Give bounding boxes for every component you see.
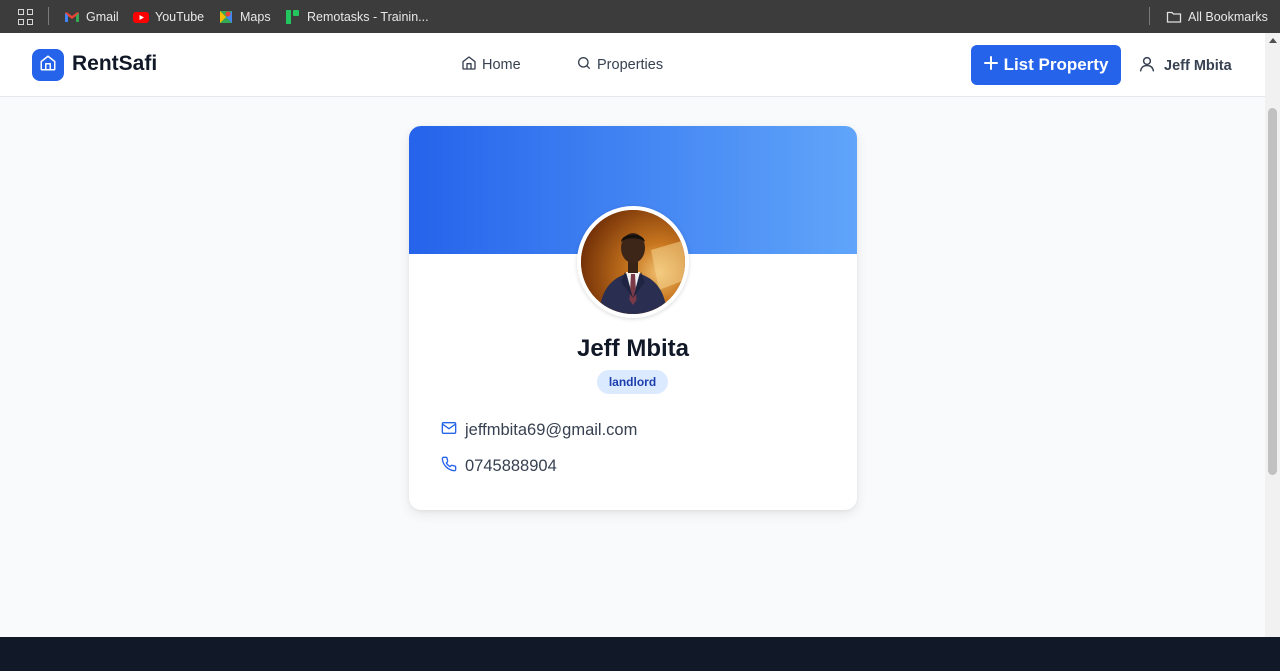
bookmark-label: YouTube <box>155 9 205 24</box>
home-icon <box>39 54 57 77</box>
page-footer <box>0 637 1280 671</box>
profile-card: Jeff Mbita landlord jeffmbita69@gmail.co… <box>409 126 857 510</box>
bookmark-label: Gmail <box>86 9 119 24</box>
folder-icon <box>1166 9 1182 25</box>
bookmark-youtube[interactable]: YouTube <box>133 0 204 33</box>
list-property-label: List Property <box>1003 55 1109 74</box>
avatar <box>577 206 689 318</box>
bookmark-label: Maps <box>240 9 271 24</box>
user-name: Jeff Mbita <box>1164 58 1232 74</box>
apps-grid-icon[interactable] <box>18 9 34 25</box>
list-property-button[interactable]: List Property <box>971 45 1121 85</box>
nav-home[interactable]: Home <box>461 55 521 75</box>
gmail-icon <box>64 9 80 25</box>
search-icon <box>576 55 592 75</box>
email-text: jeffmbita69@gmail.com <box>465 421 638 439</box>
maps-icon <box>218 9 234 25</box>
role-badge: landlord <box>597 370 668 394</box>
remotasks-icon <box>285 9 301 25</box>
bookmark-remotasks[interactable]: Remotasks - Trainin... <box>285 0 429 33</box>
bookmarks-divider <box>48 7 49 25</box>
brand-logo[interactable] <box>32 49 64 81</box>
all-bookmarks-button[interactable]: All Bookmarks <box>1166 0 1268 33</box>
bookmarks-bar: Gmail YouTube Maps Remotasks - Trainin..… <box>0 0 1280 33</box>
user-icon <box>1138 55 1156 77</box>
scroll-up-arrow-icon[interactable] <box>1269 38 1277 43</box>
mail-icon <box>441 420 457 441</box>
phone-text: 0745888904 <box>465 457 557 475</box>
bookmarks-divider <box>1149 7 1150 25</box>
email-row: jeffmbita69@gmail.com <box>441 420 637 441</box>
profile-name: Jeff Mbita <box>576 335 689 362</box>
plus-icon <box>983 55 998 75</box>
scroll-thumb[interactable] <box>1268 108 1277 475</box>
nav-properties-label: Properties <box>597 57 664 73</box>
nav-home-label: Home <box>482 57 521 73</box>
app-header: RentSafi Home Properties List Property J… <box>0 33 1265 97</box>
phone-row: 0745888904 <box>441 456 557 477</box>
bookmark-gmail[interactable]: Gmail <box>64 0 119 33</box>
bookmark-maps[interactable]: Maps <box>218 0 271 33</box>
nav-properties[interactable]: Properties <box>576 55 663 75</box>
brand-name[interactable]: RentSafi <box>72 52 157 76</box>
home-icon <box>461 55 477 75</box>
page-scrollbar[interactable] <box>1265 33 1280 637</box>
bookmark-label: Remotasks - Trainin... <box>307 9 429 24</box>
all-bookmarks-label: All Bookmarks <box>1188 9 1268 24</box>
phone-icon <box>441 456 457 477</box>
youtube-icon <box>133 9 149 25</box>
user-menu[interactable]: Jeff Mbita <box>1138 55 1232 77</box>
